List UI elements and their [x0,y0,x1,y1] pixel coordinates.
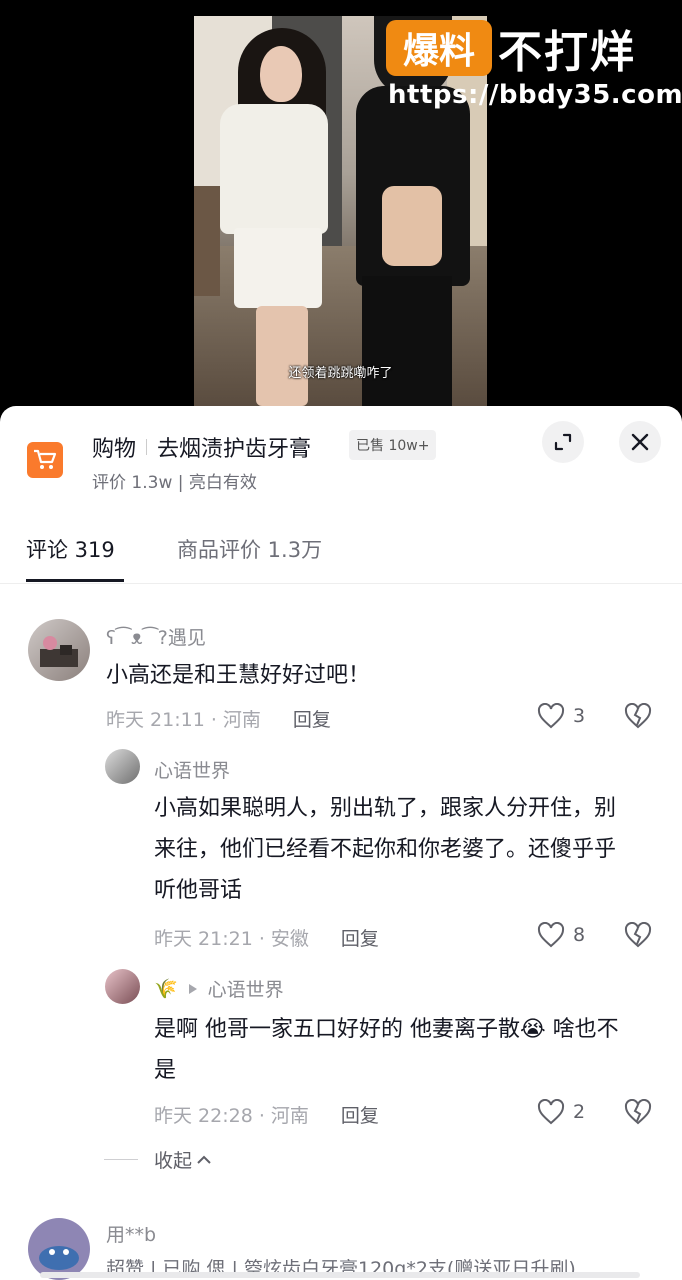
comment-username[interactable]: 心语世界 [154,756,230,783]
comment-text: 小高如果聪明人，别出轨了，跟家人分开住，别来往，他们已经看不起你和你老婆了。还傻… [154,796,617,903]
product-title: 购物 去烟渍护齿牙膏 [92,431,311,463]
avatar[interactable] [28,619,90,681]
heart-icon [537,922,565,948]
product-bar[interactable]: 购物 去烟渍护齿牙膏 已售 10w+ 评价 1.3w | 亮白有效 [0,406,682,516]
divider [146,439,148,455]
comment-time-location: 昨天 21:21 · 安徽 [154,928,309,950]
watermark-url: https://bbdy35.com [388,80,682,110]
tab-bar: 评论 319 商品评价 1.3万 [0,520,682,584]
home-indicator [40,1272,640,1278]
comment-text: 小高还是和王慧好好过吧！ [106,663,371,688]
reply-button[interactable]: 回复 [341,924,379,951]
tab-product-reviews[interactable]: 商品评价 1.3万 [177,534,322,564]
watermark: 爆料 不打烊 [386,20,636,78]
comment-username[interactable]: 用**b [106,1220,156,1247]
tab-comments[interactable]: 评论 319 [26,534,115,564]
avatar[interactable] [105,969,140,1004]
like-button[interactable]: 8 [537,922,585,948]
comment-text: 是啊 他哥一家五口好好的 他妻离子散😭 啥也不是 [154,1017,619,1083]
comment-meta: 昨天 21:21 · 安徽 回复 [154,924,379,951]
comment-meta: 昨天 21:11 · 河南 回复 [106,705,331,732]
avatar[interactable] [105,749,140,784]
like-button[interactable]: 3 [537,703,585,729]
heart-icon [537,1099,565,1125]
reply-button[interactable]: 回复 [341,1101,379,1128]
tab-indicator [26,579,124,582]
comment-purchase-info: 超赞 | 已购 偲 | 箜炫齿白牙膏120g*2支(赠送亚日升刷) [106,1258,576,1274]
like-count: 8 [573,924,586,946]
close-button[interactable] [619,421,661,463]
comment-meta: 昨天 22:28 · 河南 回复 [154,1101,379,1128]
divider [104,1159,138,1160]
broken-heart-icon [624,1098,652,1125]
chevron-up-icon [197,1155,211,1164]
watermark-badge: 爆料 [386,20,492,76]
broken-heart-icon [624,921,652,948]
reply-to-username[interactable]: 心语世界 [208,975,284,1002]
sold-badge: 已售 10w+ [349,430,437,460]
product-subtitle: 评价 1.3w | 亮白有效 [92,473,257,493]
like-count: 3 [573,705,586,727]
video-subtitle: 还领着跳跳嘞咋了 [288,366,393,381]
comment-sheet: 购物 去烟渍护齿牙膏 已售 10w+ 评价 1.3w | 亮白有效 评论 319… [0,406,682,1280]
comment-username[interactable]: ʕ⁀ᴥ⁀?遇见 [106,623,206,650]
broken-heart-icon [624,702,652,729]
reply-button[interactable]: 回复 [293,705,331,732]
dislike-button[interactable] [624,921,652,952]
video-player[interactable]: 还领着跳跳嘞咋了 爆料 不打烊 https://bbdy35.com [0,0,682,410]
heart-icon [537,703,565,729]
comment-time-location: 昨天 22:28 · 河南 [154,1105,309,1127]
reply-arrow-icon [188,983,197,994]
like-count: 2 [573,1101,586,1123]
collapse-label: 收起 [154,1150,193,1172]
like-button[interactable]: 2 [537,1099,585,1125]
comment-time-location: 昨天 21:11 · 河南 [106,709,261,731]
dislike-button[interactable] [624,1098,652,1129]
product-category: 购物 [92,437,137,462]
watermark-text: 不打烊 [498,27,636,78]
comment-username[interactable]: 🌾 心语世界 [154,975,284,1002]
cart-icon [27,442,63,478]
collapse-replies-button[interactable]: 收起 [104,1146,212,1173]
username-emoji: 🌾 [154,978,178,1000]
dislike-button[interactable] [624,702,652,733]
expand-button[interactable] [542,421,584,463]
product-name: 去烟渍护齿牙膏 [157,437,312,462]
expand-icon [554,433,572,451]
avatar[interactable] [28,1218,90,1280]
close-icon [631,433,649,451]
